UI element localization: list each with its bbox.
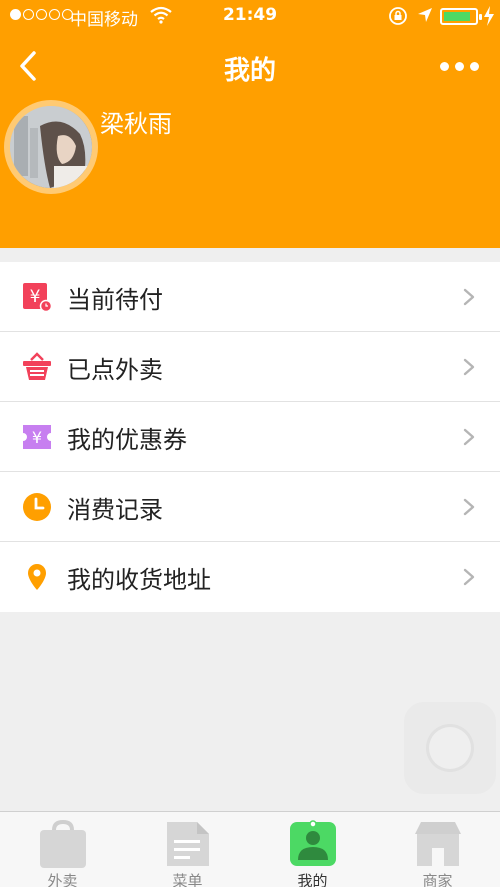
location-pin-icon	[28, 564, 46, 590]
screen: 中国移动 21:49 我的 梁秋雨 ¥ 当前待付 已点外卖 ¥ 我的优惠券 消费…	[0, 0, 500, 887]
tab-menu[interactable]: 菜单	[125, 812, 250, 887]
chevron-right-icon	[463, 358, 475, 376]
avatar[interactable]	[4, 100, 98, 194]
assistive-touch-icon	[426, 724, 474, 772]
tab-merchants[interactable]: 商家	[375, 812, 500, 887]
svg-text:¥: ¥	[30, 287, 41, 307]
menu-item-delivery-address[interactable]: 我的收货地址	[0, 542, 500, 612]
chevron-right-icon	[463, 568, 475, 586]
menu-item-ordered-takeout[interactable]: 已点外卖	[0, 332, 500, 402]
menu-item-label: 我的收货地址	[67, 566, 211, 594]
coupon-icon: ¥	[23, 425, 51, 449]
menu-item-my-coupons[interactable]: ¥ 我的优惠券	[0, 402, 500, 472]
basket-icon	[23, 352, 51, 380]
charging-bolt-icon	[484, 6, 494, 26]
tab-label: 菜单	[172, 872, 203, 887]
battery-icon	[440, 8, 482, 25]
person-icon	[290, 820, 336, 866]
tab-label: 我的	[297, 872, 328, 887]
menu-item-unpaid[interactable]: ¥ 当前待付	[0, 262, 500, 332]
menu-list: ¥ 当前待付 已点外卖 ¥ 我的优惠券 消费记录 我的收货地址	[0, 262, 500, 612]
location-arrow-icon	[418, 8, 432, 22]
tab-label: 外卖	[47, 872, 78, 887]
tab-bar: 外卖 菜单 我的 商家	[0, 811, 500, 887]
menu-item-label: 消费记录	[67, 496, 163, 524]
clock-icon	[23, 493, 51, 521]
tab-label: 商家	[422, 872, 453, 887]
tab-takeout[interactable]: 外卖	[0, 812, 125, 887]
more-options-button[interactable]	[440, 56, 484, 76]
menu-item-spending-history[interactable]: 消费记录	[0, 472, 500, 542]
page-title: 我的	[223, 56, 276, 86]
username: 梁秋雨	[100, 110, 172, 138]
unpaid-icon: ¥	[23, 283, 52, 312]
assistive-touch-button[interactable]	[404, 702, 496, 794]
tab-mine[interactable]: 我的	[250, 812, 375, 887]
document-icon	[167, 822, 209, 866]
avatar-photo	[10, 106, 92, 188]
menu-item-label: 我的优惠券	[67, 426, 187, 454]
menu-item-label: 当前待付	[67, 286, 163, 314]
rotation-lock-icon	[389, 7, 407, 25]
chevron-right-icon	[463, 498, 475, 516]
store-icon	[415, 822, 461, 866]
status-bar: 中国移动 21:49	[0, 0, 500, 32]
svg-text:¥: ¥	[32, 428, 42, 447]
header: 中国移动 21:49 我的 梁秋雨	[0, 0, 500, 248]
chevron-right-icon	[463, 288, 475, 306]
menu-item-label: 已点外卖	[67, 356, 163, 384]
chevron-right-icon	[463, 428, 475, 446]
bag-icon	[40, 820, 86, 868]
